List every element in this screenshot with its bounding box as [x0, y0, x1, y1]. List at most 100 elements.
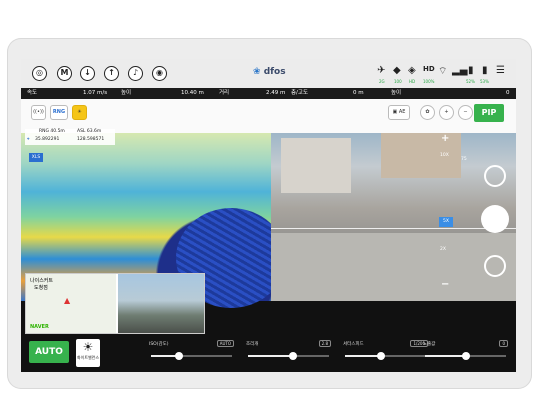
exposure-slider[interactable]: 노출값 0	[423, 340, 508, 363]
sun-icon[interactable]: ☀	[72, 105, 87, 120]
telemetry-value: 1.07 m/s	[83, 90, 108, 96]
slider-label: 노출값	[423, 342, 436, 347]
map-place-name: 나이스커트	[30, 278, 54, 284]
app-screen: ◎ M ↓ ↑ ♪ ◉ ❀ dfos ✈ 2G ◆ 100 ◈ HD HD 10…	[21, 59, 516, 372]
speaker-icon[interactable]: ◉	[152, 66, 167, 81]
upload-icon[interactable]: ↑	[104, 66, 119, 81]
telemetry-key: 속도	[27, 90, 38, 96]
telemetry-key: 거리	[219, 90, 230, 96]
brand-name: dfos	[263, 67, 286, 77]
remote-icon: ◈	[408, 65, 416, 76]
bottom-controls: AUTO ☀ 화이트밸런스 ISO(감도) AUTO 조리개 2.8 셔터스피드…	[21, 334, 516, 372]
pip-button[interactable]: PIP	[474, 104, 504, 122]
satellite-icon: ◆	[393, 65, 401, 76]
wifi-icon: ⌔	[438, 66, 448, 77]
map-place-branch: 도청점	[34, 285, 48, 291]
shutter-button[interactable]	[481, 205, 509, 233]
slider-knob[interactable]	[175, 352, 184, 360]
slider-fill	[425, 355, 466, 357]
zoom-scale[interactable]: 10X 5X 2X	[436, 143, 456, 273]
camera-switch-icon[interactable]	[484, 165, 506, 187]
telemetry-bar: 속도 1.07 m/s 높이 10.40 m 거리 2.49 m 층/고도 0 …	[21, 88, 516, 99]
slider-label: 조리개	[246, 342, 259, 347]
drone-status-icon: ✈	[377, 65, 386, 76]
white-balance-label: 화이트밸런스	[76, 355, 100, 360]
telemetry-value: 2.49 m	[266, 90, 286, 96]
position-info: RNG 40.5m ASL 63.6m ⌖ 35.892291 128.5985…	[25, 129, 115, 145]
tool-row: ((•)) RNG ☀ ▣ AE ✿ + − PIP	[21, 99, 516, 133]
slider-knob[interactable]	[377, 352, 386, 360]
brand-logo: ❀ dfos	[253, 67, 286, 77]
slider-knob[interactable]	[288, 352, 297, 360]
top-bar: ◎ M ↓ ↑ ♪ ◉ ❀ dfos ✈ 2G ◆ 100 ◈ HD HD 10…	[21, 59, 516, 88]
aperture-slider[interactable]: 조리개 2.8	[246, 340, 331, 363]
microphone-icon[interactable]: ♪	[128, 66, 143, 81]
zoom-in-icon[interactable]: +	[439, 105, 454, 120]
iso-slider[interactable]: ISO(감도) AUTO	[149, 340, 234, 363]
controller-battery-label: 53%	[480, 79, 489, 84]
telemetry-value: 0 m	[353, 90, 364, 96]
gallery-icon[interactable]	[484, 255, 506, 277]
pip-window[interactable]: 나이스커트 도청점 ▲ NAVER	[25, 273, 205, 334]
slider-label: ISO(감도)	[149, 342, 169, 347]
slider-track[interactable]	[151, 352, 232, 360]
slider-track[interactable]	[248, 352, 329, 360]
drone-battery-icon: ▮	[468, 65, 474, 76]
telemetry-key: 높이	[121, 90, 132, 96]
shutter-speed-slider[interactable]: 셔터스피드 1/200	[343, 340, 428, 363]
slider-track[interactable]	[425, 352, 506, 360]
palette-icon[interactable]: ✿	[420, 105, 435, 120]
sun-icon: ☀	[82, 340, 94, 354]
mission-icon[interactable]: M	[57, 66, 72, 81]
signal-icon: ▂▄	[452, 65, 468, 76]
telemetry-key: 층/고도	[291, 90, 309, 96]
slider-track[interactable]	[345, 352, 426, 360]
brand-symbol: ❀	[253, 67, 261, 77]
telemetry-value: 10.40 m	[181, 90, 204, 96]
zoom-selected: 5X	[439, 217, 453, 227]
zoom-side-value: 75	[461, 157, 467, 162]
building	[281, 138, 351, 193]
slider-fill	[248, 355, 293, 357]
rooftop	[271, 233, 516, 301]
remote-label: HD	[409, 79, 416, 84]
rng-button[interactable]: RNG	[50, 105, 68, 120]
ae-button[interactable]: ▣ AE	[388, 105, 410, 120]
rng-readout: RNG 40.5m	[39, 129, 65, 134]
antenna-icon[interactable]: ((•))	[31, 105, 46, 120]
zoom-minus-icon[interactable]: −	[441, 279, 449, 290]
white-balance-button[interactable]: ☀ 화이트밸런스	[76, 339, 100, 367]
globe-icon[interactable]: ◎	[32, 66, 47, 81]
auto-exposure-button[interactable]: AUTO	[29, 341, 69, 363]
slider-value: 2.8	[318, 340, 331, 347]
drone-marker-icon: ▲	[64, 296, 71, 305]
telemetry-key: 높이	[391, 90, 402, 96]
slider-label: 셔터스피드	[343, 342, 364, 347]
latitude-readout: 35.892291	[35, 137, 60, 142]
slider-value: 0	[499, 340, 508, 347]
satellite-label: 100	[394, 79, 402, 84]
xls-badge[interactable]: XLS	[29, 153, 43, 162]
hd-icon: HD	[423, 65, 435, 73]
settings-sliders-icon[interactable]: ☰	[496, 65, 505, 76]
controller-battery-icon: ▮	[482, 65, 488, 76]
slider-fill	[345, 355, 382, 357]
drone-battery-label: 52%	[466, 79, 475, 84]
download-icon[interactable]: ↓	[80, 66, 95, 81]
zoom-level: 2X	[440, 247, 446, 252]
drone-status-label: 2G	[379, 79, 385, 84]
telemetry-value: 0	[506, 90, 510, 96]
rgb-camera-view[interactable]: + 10X 5X 2X − 75	[271, 133, 516, 301]
zoom-level: 10X	[440, 153, 449, 158]
location-icon: ⌖	[27, 137, 30, 142]
asl-readout: ASL 63.6m	[77, 129, 102, 134]
zoom-out-icon[interactable]: −	[458, 105, 473, 120]
camera-icon: ▣	[392, 109, 398, 115]
map-provider: NAVER	[30, 324, 49, 330]
longitude-readout: 128.598571	[77, 137, 105, 142]
mini-camera-view[interactable]	[118, 274, 204, 333]
slider-value: AUTO	[216, 340, 234, 347]
slider-knob[interactable]	[461, 352, 470, 360]
hd-label: 100%	[423, 79, 435, 84]
mini-map[interactable]: 나이스커트 도청점 ▲ NAVER	[26, 274, 116, 333]
